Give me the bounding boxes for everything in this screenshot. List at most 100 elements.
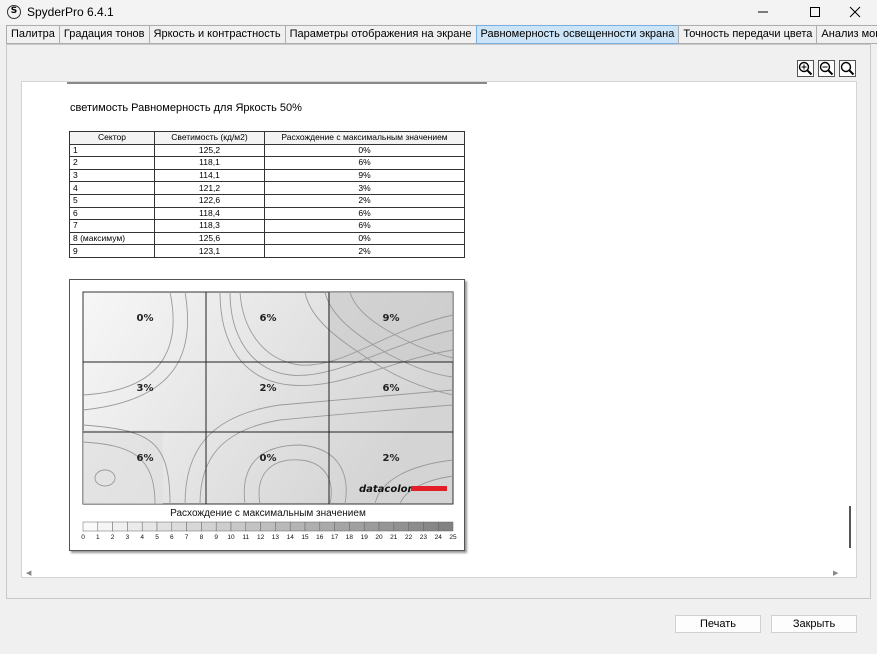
scale-tick-label: 7: [185, 534, 189, 541]
print-button[interactable]: Печать: [675, 615, 761, 633]
scale-swatch: [171, 521, 187, 532]
table-row: 4 121,2 3%: [69, 181, 465, 195]
scale-swatch: [201, 521, 217, 532]
luminance-cell: 118,3: [154, 219, 265, 233]
luminance-table: Сектор Светимость (кд/м2) Расхождение с …: [69, 131, 465, 258]
deviation-cell: 2%: [264, 193, 465, 208]
map-cell-value: 3%: [137, 383, 154, 394]
scale-tick-label: 20: [375, 534, 383, 541]
table-row: 9 123,1 2%: [69, 244, 465, 258]
deviation-cell: 2%: [264, 244, 465, 258]
scale-tick-label: 12: [257, 534, 265, 541]
scale-swatch: [363, 521, 380, 532]
scale-swatch: [215, 521, 232, 532]
scale-swatch: [97, 521, 113, 532]
scale-swatch: [393, 521, 409, 532]
close-button[interactable]: Закрыть: [771, 615, 857, 633]
scale-tick-label: 1: [96, 534, 100, 541]
scale-tick-label: 14: [287, 534, 295, 541]
scale-tick-label: 5: [155, 534, 159, 541]
scale-tick-label: 15: [301, 534, 309, 541]
map-cell-value: 6%: [137, 453, 154, 464]
luminance-cell: 114,1: [154, 168, 265, 183]
map-cell-value: 6%: [383, 383, 400, 394]
table-row: 2 118,1 6%: [69, 156, 465, 170]
deviation-cell: 6%: [264, 206, 465, 221]
scale-swatch: [408, 521, 424, 532]
scale-tick-label: 23: [420, 534, 428, 541]
scale-swatch: [289, 521, 306, 532]
table-row: 7 118,3 6%: [69, 219, 465, 233]
scale-tick-label: 25: [449, 534, 457, 541]
scale-tick-label: 24: [435, 534, 443, 541]
zoom-in-button[interactable]: [797, 60, 814, 77]
map-cell-value: 2%: [260, 383, 277, 394]
tab-screen-uniformity[interactable]: Равномерность освещенности экрана: [475, 25, 679, 44]
zoom-fit-button[interactable]: [839, 60, 856, 77]
scale-swatch: [275, 521, 291, 532]
app-logo-icon: S: [7, 5, 21, 19]
scale-swatch: [127, 521, 143, 532]
scale-tick-label: 21: [390, 534, 398, 541]
sector-cell: 5: [69, 193, 155, 208]
tab-brightness-contrast[interactable]: Яркость и контрастность: [148, 25, 285, 44]
scale-swatch: [112, 521, 128, 532]
scale-tick-label: 0: [81, 534, 85, 541]
scroll-right-arrow-icon[interactable]: ▶: [833, 569, 838, 577]
luminance-cell: 122,6: [154, 193, 265, 208]
deviation-cell: 9%: [264, 168, 465, 183]
vertical-scrollbar[interactable]: [849, 506, 851, 548]
sector-cell: 8 (максимум): [69, 231, 155, 246]
scale-swatch: [156, 521, 173, 532]
uniformity-map: 0% 6% 9% 3% 2% 6% 6% 0% 2% datacolor Рас…: [69, 279, 465, 551]
table-header: Расхождение с максимальным значением: [264, 131, 465, 145]
luminance-cell: 125,6: [154, 231, 265, 246]
table-header: Светимость (кд/м2): [154, 131, 265, 145]
close-window-button[interactable]: [832, 0, 877, 24]
scale-swatch: [349, 521, 365, 532]
tab-palette[interactable]: Палитра: [6, 25, 59, 44]
title-bar: S SpyderPro 6.4.1: [0, 0, 877, 24]
luminance-cell: 125,2: [154, 143, 265, 158]
scale-tick-label: 19: [361, 534, 369, 541]
scale-tick-label: 11: [242, 534, 249, 541]
deviation-scale: 0 1 2 3 4 5 6 7 8 9 10 11 12 13 14 15 16 17 18 19 20 21 22 23 24…: [81, 521, 457, 541]
table-row: 1 125,2 0%: [69, 143, 465, 158]
tab-bar: Палитра Градация тонов Яркость и контрас…: [6, 25, 877, 44]
scale-swatch: [319, 521, 335, 532]
scale-swatch: [260, 521, 276, 532]
deviation-cell: 6%: [264, 156, 465, 170]
scale-tick-label: 10: [227, 534, 235, 541]
deviation-cell: 6%: [264, 219, 465, 233]
scale-swatch: [437, 521, 454, 532]
tab-display-parameters[interactable]: Параметры отображения на экране: [284, 25, 476, 44]
scale-swatch: [304, 521, 321, 532]
table-row: 3 114,1 9%: [69, 168, 465, 183]
luminance-cell: 121,2: [154, 181, 265, 195]
tab-monitor-analysis[interactable]: Анализ монитора: [816, 25, 877, 44]
scale-tick-label: 13: [272, 534, 280, 541]
minimize-button[interactable]: [740, 0, 786, 24]
minimize-icon: [758, 11, 768, 13]
scale-swatch: [230, 521, 247, 532]
datacolor-logo: datacolor: [359, 484, 414, 495]
scale-swatch: [82, 521, 99, 532]
maximize-icon: [810, 7, 820, 17]
map-cell-value: 9%: [383, 313, 400, 324]
map-cell-value: 0%: [260, 453, 277, 464]
tab-color-accuracy[interactable]: Точность передачи цвета: [678, 25, 817, 44]
scale-swatch: [423, 521, 439, 532]
report-heading: светимость Равномерность для Яркость 50%: [70, 102, 302, 114]
scale-swatch: [245, 521, 261, 532]
sector-cell: 2: [69, 156, 155, 170]
scroll-left-arrow-icon[interactable]: ◀: [26, 569, 31, 577]
map-cell-value: 6%: [260, 313, 277, 324]
zoom-out-button[interactable]: [818, 60, 835, 77]
scale-tick-label: 6: [170, 534, 174, 541]
sector-cell: 9: [69, 244, 155, 258]
tab-tone-gradation[interactable]: Градация тонов: [58, 25, 149, 44]
scale-tick-label: 17: [331, 534, 339, 541]
scale-swatch: [141, 521, 158, 532]
report-viewer[interactable]: светимость Равномерность для Яркость 50%…: [21, 81, 857, 578]
scale-tick-label: 2: [111, 534, 115, 541]
